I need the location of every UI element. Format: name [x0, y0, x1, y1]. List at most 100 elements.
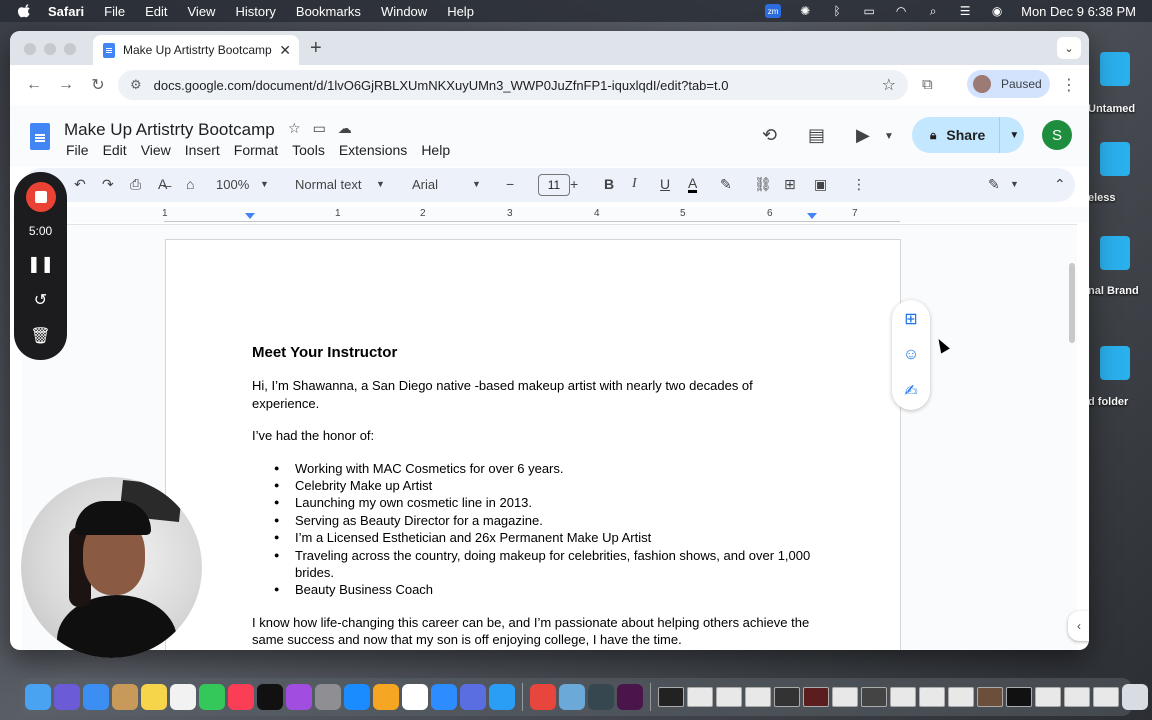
- minimized-window[interactable]: [803, 687, 829, 707]
- pause-icon[interactable]: ❚❚: [27, 254, 54, 274]
- spellcheck-icon[interactable]: A̶: [158, 176, 167, 192]
- editing-mode-pencil-icon[interactable]: ✎: [988, 176, 1000, 193]
- minimized-window[interactable]: [861, 687, 887, 707]
- minimized-window[interactable]: [1093, 687, 1119, 707]
- bluetooth-icon[interactable]: ᛒ: [829, 4, 845, 18]
- trash-icon[interactable]: 🗑︎: [30, 326, 50, 346]
- docs-menu-format[interactable]: Format: [234, 142, 278, 158]
- menubar-clock[interactable]: Mon Dec 9 6:38 PM: [1021, 4, 1136, 19]
- menu-help[interactable]: Help: [447, 4, 474, 19]
- desktop-folder-icon[interactable]: [1100, 52, 1130, 86]
- text-color-icon[interactable]: A: [688, 176, 698, 193]
- tab-search-chevron-icon[interactable]: ⌄: [1057, 37, 1081, 59]
- zoom-chevron-down-icon[interactable]: ▼: [260, 179, 269, 189]
- minimized-window[interactable]: [977, 687, 1003, 707]
- style-chevron-down-icon[interactable]: ▼: [376, 179, 385, 189]
- safari-icon[interactable]: [489, 684, 515, 710]
- increase-font-size-icon[interactable]: +: [570, 176, 578, 192]
- control-center-icon[interactable]: ☰: [957, 4, 973, 18]
- menu-bookmarks[interactable]: Bookmarks: [296, 4, 361, 19]
- font-family-select[interactable]: Arial: [412, 177, 438, 192]
- italic-icon[interactable]: I: [632, 176, 637, 192]
- desktop-folder-icon[interactable]: [1100, 346, 1130, 380]
- site-settings-icon[interactable]: ⚙: [130, 77, 142, 93]
- more-options-icon[interactable]: ⋮: [852, 176, 866, 193]
- menu-file[interactable]: File: [104, 4, 125, 19]
- underline-icon[interactable]: U: [660, 176, 670, 192]
- system-settings-icon[interactable]: [315, 684, 341, 710]
- docs-menu-view[interactable]: View: [141, 142, 171, 158]
- docs-menu-tools[interactable]: Tools: [292, 142, 325, 158]
- share-button[interactable]: 🔒︎ Share ▼: [912, 117, 1024, 153]
- podcasts-icon[interactable]: [286, 684, 312, 710]
- desktop-folder-icon[interactable]: [1100, 236, 1130, 270]
- highlight-pen-icon[interactable]: ✎: [720, 176, 732, 193]
- bold-icon[interactable]: B: [604, 176, 614, 192]
- apple-icon[interactable]: [18, 4, 32, 18]
- apple-tv-icon[interactable]: [257, 684, 283, 710]
- vertical-scrollbar[interactable]: [1069, 263, 1075, 343]
- document-title[interactable]: Make Up Artistrty Bootcamp: [64, 120, 275, 140]
- battery-icon[interactable]: ▭: [861, 4, 877, 18]
- extensions-puzzle-icon[interactable]: ⧉: [922, 76, 940, 94]
- cloud-status-icon[interactable]: ☁: [338, 120, 352, 137]
- minimized-window[interactable]: [716, 687, 742, 707]
- minimize-window-button[interactable]: [44, 43, 56, 55]
- font-chevron-down-icon[interactable]: ▼: [472, 179, 481, 189]
- account-avatar[interactable]: S: [1042, 120, 1072, 150]
- photos-icon[interactable]: [373, 684, 399, 710]
- bookmark-star-icon[interactable]: ☆: [882, 75, 896, 95]
- notes-icon[interactable]: [141, 684, 167, 710]
- minimized-window[interactable]: [658, 687, 684, 707]
- insert-link-icon[interactable]: ⛓: [754, 176, 772, 193]
- docs-menu-extensions[interactable]: Extensions: [339, 142, 407, 158]
- minimized-window[interactable]: [745, 687, 771, 707]
- music-icon[interactable]: [228, 684, 254, 710]
- menu-view[interactable]: View: [188, 4, 216, 19]
- docs-logo-icon[interactable]: [30, 123, 50, 150]
- share-chevron-down-icon[interactable]: ▼: [1009, 130, 1019, 141]
- gear-dock-icon[interactable]: [460, 684, 486, 710]
- back-arrow-icon[interactable]: ←: [20, 71, 48, 99]
- app-store-icon[interactable]: [344, 684, 370, 710]
- siri-icon[interactable]: ◉: [989, 4, 1005, 18]
- star-icon[interactable]: ☆: [288, 120, 301, 137]
- move-folder-icon[interactable]: ▭: [313, 120, 326, 137]
- suggest-edits-icon[interactable]: ✍: [904, 381, 917, 401]
- zoom-window-button[interactable]: [64, 43, 76, 55]
- minimized-window[interactable]: [774, 687, 800, 707]
- finder-icon[interactable]: [25, 684, 51, 710]
- reminders-icon[interactable]: [170, 684, 196, 710]
- docs-menu-help[interactable]: Help: [421, 142, 450, 158]
- comments-icon[interactable]: ▤: [808, 125, 825, 146]
- forward-arrow-icon[interactable]: →: [52, 71, 80, 99]
- zoom-icon[interactable]: [431, 684, 457, 710]
- version-history-icon[interactable]: ⟲: [762, 125, 777, 146]
- calendar-icon[interactable]: [402, 684, 428, 710]
- add-comment-icon[interactable]: ⊞: [784, 176, 796, 193]
- minimized-window[interactable]: [1035, 687, 1061, 707]
- trash-dock-icon[interactable]: [1122, 684, 1148, 710]
- paint-format-icon[interactable]: ⌂: [186, 176, 194, 192]
- meet-camera-icon[interactable]: ▶: [856, 125, 870, 146]
- slack-icon[interactable]: [617, 684, 643, 710]
- chrome-icon[interactable]: [530, 684, 556, 710]
- url-input[interactable]: ⚙ docs.google.com/document/d/1lvO6GjRBLX…: [118, 70, 908, 100]
- minimized-window[interactable]: [1006, 687, 1032, 707]
- mail-icon[interactable]: [83, 684, 109, 710]
- zoom-select[interactable]: 100%: [216, 177, 249, 192]
- siri-dock-icon[interactable]: [54, 684, 80, 710]
- docs-menu-file[interactable]: File: [66, 142, 89, 158]
- document-body[interactable]: Meet Your Instructor Hi, I’m Shawanna, a…: [252, 344, 812, 650]
- wifi-icon[interactable]: ◠: [893, 4, 909, 18]
- font-size-input[interactable]: 11: [538, 174, 570, 196]
- minimized-window[interactable]: [948, 687, 974, 707]
- stop-recording-button[interactable]: [25, 182, 56, 212]
- menu-edit[interactable]: Edit: [145, 4, 167, 19]
- redo-icon[interactable]: ↷: [102, 176, 114, 193]
- close-window-button[interactable]: [24, 43, 36, 55]
- profile-paused-button[interactable]: Paused: [967, 70, 1050, 98]
- hide-menus-chevron-up-icon[interactable]: ⌃: [1054, 176, 1066, 193]
- browser-menu-icon[interactable]: ⋮: [1061, 75, 1077, 95]
- menu-app-name[interactable]: Safari: [48, 4, 84, 19]
